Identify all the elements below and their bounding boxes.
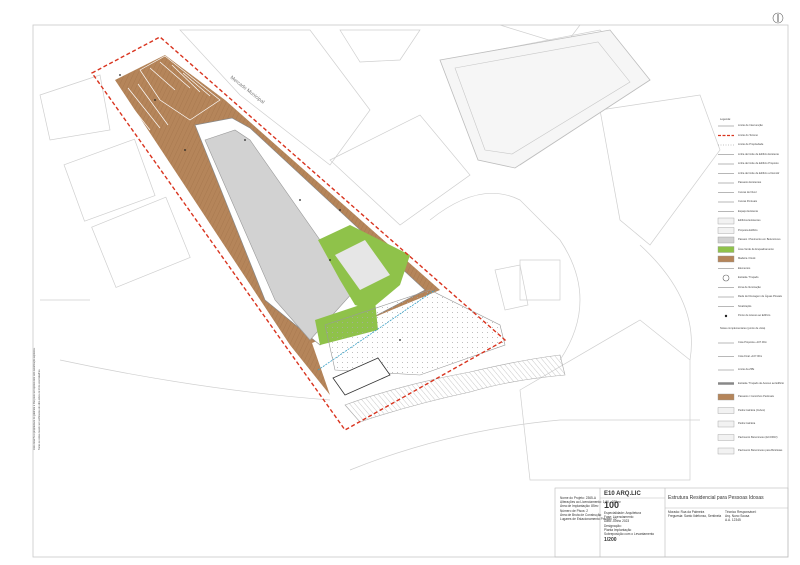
legend-item-swatch-10 bbox=[717, 217, 735, 225]
legend-item-label: Limite de Intervenção bbox=[738, 124, 763, 127]
legend-item-label: Linha de limite de Edifício a Demolir bbox=[738, 171, 780, 175]
legend-item-swatch-14 bbox=[717, 255, 735, 263]
sheet-number: 100 bbox=[604, 500, 620, 510]
legend-item-swatch-11 bbox=[717, 227, 735, 234]
legend-item-label: Espaço Existente bbox=[738, 209, 759, 213]
large-building-upper-right bbox=[439, 29, 651, 169]
legend-item-2-label: Pavimento Betuminoso para Bicicletas bbox=[738, 449, 783, 452]
project-title: Estrutura Residencial para Pessoas Idosa… bbox=[668, 495, 764, 501]
legend-item-label: Elementos bbox=[738, 266, 751, 270]
legend-item-swatch-13 bbox=[717, 246, 735, 253]
side-note-left-2: Todas as cotas devem ser verificadas em … bbox=[38, 368, 41, 450]
legend-item-2-label: Cota Final +107.00m bbox=[738, 354, 763, 358]
legend-item-2-label: Estrada / Traçado de Acesso ao Edifício bbox=[738, 381, 784, 385]
legend-item-2-swatch-5 bbox=[717, 407, 735, 414]
legend-item-label: Linha de limite de Edifício Existente bbox=[738, 152, 779, 156]
title-block-phase: Especialidade: Arquitetura Fase: Licencia… bbox=[604, 511, 654, 536]
legend-note: Notas complementares (ponto de vista) bbox=[720, 327, 766, 330]
legend-item-2-label: Passeios / Caminhos Pedonais bbox=[738, 395, 774, 398]
legend-item-swatch-16 bbox=[722, 274, 730, 282]
legend-item-label: Curvas de Nível bbox=[738, 190, 757, 194]
legend-item-label: Sinalização bbox=[738, 304, 752, 308]
title-block-line: A.A. 12345 bbox=[725, 518, 741, 523]
legend-item-label: Rede de Drenagem de Águas Pluviais bbox=[738, 295, 782, 298]
legend-item-swatch-12 bbox=[717, 236, 735, 244]
title-block-location: Morada: Rua da Palmeira Freguesia: Santo … bbox=[668, 510, 721, 518]
legend-item-label: Limite de Propriedade bbox=[738, 143, 764, 146]
legend-item-2-label: Limite da ZPE bbox=[738, 368, 755, 371]
legend-item-label: Linha de limite de Edifício Proposto bbox=[738, 162, 779, 165]
legend-item-label: Passeios Existentes bbox=[738, 181, 762, 184]
legend-item-label: Edifícios Existentes bbox=[738, 219, 761, 222]
legend-item-2-swatch-4 bbox=[717, 393, 735, 401]
title-block-responsible: Técnico Responsável: Arq. Nuno Sousa A.A. … bbox=[725, 510, 756, 523]
legend-item-2-swatch-8 bbox=[717, 447, 735, 455]
side-note-left: Este desenho é propriedade do gabinete e… bbox=[33, 347, 36, 450]
legend-item-label: Ponto de Acesso ao Edifício bbox=[738, 314, 771, 317]
legend-item-label: Proposta Edifício bbox=[738, 228, 758, 232]
legend-item-label: Curvas Pontuais bbox=[738, 200, 758, 203]
title-block-line: Freguesia: Santo Ildefonso, Sentinela bbox=[668, 514, 722, 519]
drawing-scale: 1/200 bbox=[604, 537, 617, 543]
legend-item-swatch-20 bbox=[724, 314, 728, 318]
legend-item-2-label: Pavimento Betuminoso (ECOPAV) bbox=[738, 435, 778, 439]
legend-item-2-label: Pedra Calcária (Cubos) bbox=[738, 408, 766, 412]
legend-item-label: Estrada / Traçado bbox=[738, 276, 759, 279]
legend-item-label: Passeio / Pavimento em Betuminoso bbox=[738, 238, 781, 241]
legend-swatches bbox=[717, 125, 735, 455]
site-plan-sheet: Mercado Municipal bbox=[32, 12, 789, 558]
north-arrow-icon bbox=[772, 12, 784, 24]
legend-item-2-swatch-7 bbox=[717, 434, 735, 441]
legend-item-2-label: Cota Proposta +107.00m bbox=[738, 341, 767, 344]
company-name: E10 ARQ.LIC bbox=[604, 491, 641, 497]
legend-item-label: Limite do Terreno bbox=[738, 133, 758, 137]
legend-item-label: Madeira / Deck bbox=[738, 257, 756, 260]
legend-item-2-label: Pedra Calcária bbox=[738, 422, 756, 425]
legend-title: Legenda: bbox=[720, 118, 731, 121]
legend-item-label: Área Verde de Enquadramento bbox=[738, 247, 774, 251]
legend-item-label: Zona de Iluminação bbox=[738, 285, 761, 289]
legend-item-2-swatch-6 bbox=[717, 420, 735, 428]
title-block-line: Sobreposição com o Levantamento bbox=[604, 532, 655, 537]
